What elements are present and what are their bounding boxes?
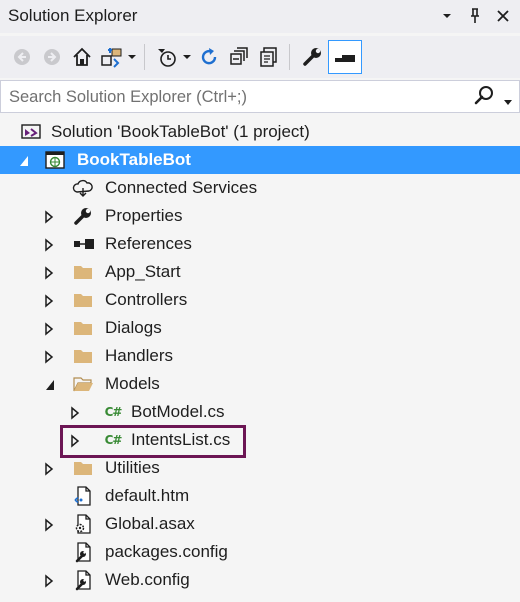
tree-item-global-asax[interactable]: Global.asax bbox=[0, 510, 520, 538]
search-box bbox=[0, 80, 520, 113]
tree-item-label: Utilities bbox=[105, 458, 160, 477]
switch-views-dropdown-icon[interactable] bbox=[126, 52, 138, 62]
tree-item-dialogs[interactable]: Dialogs bbox=[0, 314, 520, 342]
connected-services-icon bbox=[72, 177, 94, 199]
title-bar: Solution Explorer bbox=[0, 0, 520, 33]
collapsed-arrow-icon[interactable] bbox=[44, 237, 56, 252]
tree-item-references[interactable]: References bbox=[0, 230, 520, 258]
search-input[interactable] bbox=[7, 86, 451, 108]
switch-views-icon[interactable] bbox=[98, 42, 126, 72]
tree-item-app-start[interactable]: App_Start bbox=[0, 258, 520, 286]
tree-item-label: Properties bbox=[105, 206, 183, 225]
search-icon[interactable] bbox=[473, 85, 495, 112]
forward-icon[interactable] bbox=[38, 42, 66, 72]
tree-item-label: BotModel.cs bbox=[131, 402, 225, 421]
tree-item-label: Handlers bbox=[105, 346, 174, 365]
collapsed-arrow-icon[interactable] bbox=[44, 293, 56, 308]
tree-item-utilities[interactable]: Utilities bbox=[0, 454, 520, 482]
folder-icon bbox=[72, 345, 94, 367]
tree-item-label: Connected Services bbox=[105, 178, 258, 197]
title-controls bbox=[438, 6, 512, 26]
tree-item-label: Global.asax bbox=[105, 514, 195, 533]
collapsed-arrow-icon[interactable] bbox=[44, 517, 56, 532]
collapse-all-icon[interactable] bbox=[225, 42, 253, 72]
html-file-icon bbox=[72, 485, 94, 507]
references-icon bbox=[72, 233, 94, 255]
tree-item-controllers[interactable]: Controllers bbox=[0, 286, 520, 314]
collapsed-arrow-icon[interactable] bbox=[44, 209, 56, 224]
tree-item-handlers[interactable]: Handlers bbox=[0, 342, 520, 370]
tree-item-label: Web.config bbox=[105, 570, 190, 589]
wrench-icon bbox=[72, 205, 94, 227]
pending-changes-filter-icon[interactable] bbox=[153, 42, 181, 72]
close-icon[interactable] bbox=[494, 6, 512, 26]
dropdown-icon[interactable] bbox=[438, 6, 456, 26]
tree-item-project[interactable]: BookTableBot bbox=[0, 146, 520, 174]
tree-item-label: Models bbox=[105, 374, 160, 393]
home-icon[interactable] bbox=[68, 42, 96, 72]
tree-item-label: App_Start bbox=[105, 262, 181, 281]
solution-icon bbox=[20, 121, 42, 143]
tree-item-label: Solution 'BookTableBot' (1 project) bbox=[51, 122, 310, 141]
filter-dropdown-icon[interactable] bbox=[181, 52, 193, 62]
tree-item-default-htm[interactable]: default.htm bbox=[0, 482, 520, 510]
tree-item-label: Controllers bbox=[105, 290, 188, 309]
tree-item-packages-config[interactable]: packages.config bbox=[0, 538, 520, 566]
tree-item-label: References bbox=[105, 234, 192, 253]
config-file-icon bbox=[72, 569, 94, 591]
collapsed-arrow-icon[interactable] bbox=[44, 321, 56, 336]
tree-item-label: BookTableBot bbox=[77, 150, 191, 169]
folder-icon bbox=[72, 261, 94, 283]
tree-item-web-config[interactable]: Web.config bbox=[0, 566, 520, 594]
collapsed-arrow-icon[interactable] bbox=[44, 349, 56, 364]
collapsed-arrow-icon[interactable] bbox=[44, 265, 56, 280]
tree-item-models[interactable]: Models bbox=[0, 370, 520, 398]
config-file-icon bbox=[72, 541, 94, 563]
highlight-annotation-box bbox=[60, 425, 246, 458]
expanded-arrow-icon[interactable] bbox=[44, 377, 56, 391]
folder-icon bbox=[72, 317, 94, 339]
expanded-arrow-icon[interactable] bbox=[18, 153, 30, 167]
folder-icon bbox=[72, 457, 94, 479]
tree-item-solution[interactable]: Solution 'BookTableBot' (1 project) bbox=[0, 118, 520, 146]
toolbar bbox=[0, 36, 520, 78]
toolbar-separator bbox=[144, 44, 145, 70]
web-project-icon bbox=[44, 149, 66, 171]
tree-item-label: packages.config bbox=[105, 542, 228, 561]
window-title: Solution Explorer bbox=[8, 6, 138, 25]
tree-item-connected-services[interactable]: Connected Services bbox=[0, 174, 520, 202]
open-folder-icon bbox=[72, 373, 94, 395]
folder-icon bbox=[72, 289, 94, 311]
properties-icon[interactable] bbox=[298, 42, 326, 72]
back-icon[interactable] bbox=[8, 42, 36, 72]
tree-item-botmodel-cs[interactable]: C# BotModel.cs bbox=[0, 398, 520, 426]
collapsed-arrow-icon[interactable] bbox=[44, 573, 56, 588]
collapsed-arrow-icon[interactable] bbox=[70, 405, 82, 420]
toolbar-separator bbox=[289, 44, 290, 70]
refresh-icon[interactable] bbox=[195, 42, 223, 72]
collapsed-arrow-icon[interactable] bbox=[44, 461, 56, 476]
show-all-files-icon[interactable] bbox=[255, 42, 283, 72]
tree-item-properties[interactable]: Properties bbox=[0, 202, 520, 230]
asax-file-icon bbox=[72, 513, 94, 535]
pin-icon[interactable] bbox=[466, 6, 484, 26]
preview-selected-icon[interactable] bbox=[328, 40, 362, 74]
search-options-dropdown-icon[interactable] bbox=[503, 94, 513, 112]
tree-item-label: default.htm bbox=[105, 486, 190, 505]
csharp-file-icon: C# bbox=[104, 405, 123, 419]
tree-item-label: Dialogs bbox=[105, 318, 162, 337]
